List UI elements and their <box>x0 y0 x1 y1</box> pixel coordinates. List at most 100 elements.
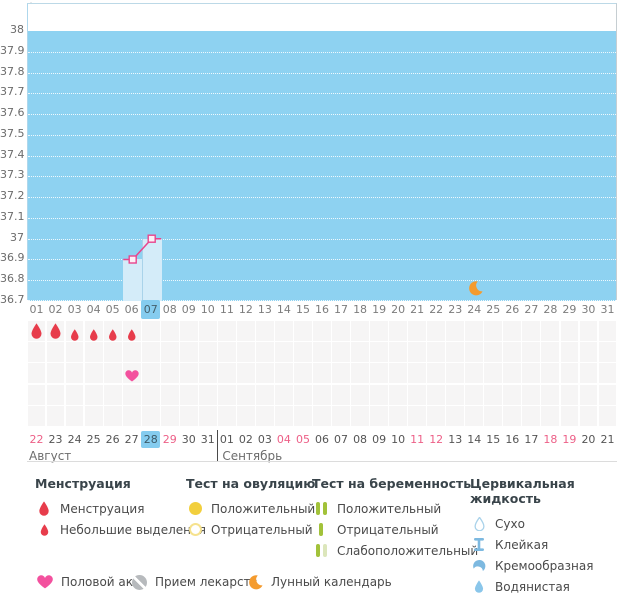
tracker-grid-cell <box>541 384 560 405</box>
cervical-creamy-icon <box>470 558 488 574</box>
chart-day-cell[interactable]: 31 <box>598 300 617 319</box>
cervical-watery-icon <box>470 579 488 595</box>
tracker-grid-cell <box>351 405 369 426</box>
chart-day-cell[interactable]: 29 <box>560 300 579 319</box>
calendar-date-cell[interactable]: 30 <box>179 431 198 448</box>
calendar-date-cell[interactable]: 13 <box>446 431 465 448</box>
chart-day-cell[interactable]: 16 <box>312 300 331 319</box>
chart-day-cell[interactable]: 28 <box>541 300 560 319</box>
calendar-date-cell[interactable]: 10 <box>389 431 408 448</box>
calendar-date-cell[interactable]: 21 <box>598 431 617 448</box>
tracker-grid-cell <box>236 384 255 405</box>
calendar-date-cell[interactable]: 22 <box>27 431 46 448</box>
calendar-date-cell[interactable]: 16 <box>503 431 522 448</box>
calendar-date-cell[interactable]: 03 <box>255 431 274 448</box>
chart-day-cell[interactable]: 02 <box>46 300 65 319</box>
tracker-grid-cell <box>217 342 236 363</box>
calendar-date-cell[interactable]: 01 <box>217 431 236 448</box>
calendar-date-cell[interactable]: 09 <box>370 431 389 448</box>
calendar-date-cell[interactable]: 05 <box>293 431 312 448</box>
chart-day-cell[interactable]: 27 <box>522 300 541 319</box>
tracker-grid-cell <box>560 321 579 341</box>
tracker-grid-cell <box>313 363 331 384</box>
tracker-grid-cell <box>198 321 217 341</box>
tracker-grid-cell <box>408 384 427 405</box>
tracker-grid-cell <box>198 405 217 426</box>
calendar-date-cell[interactable]: 07 <box>332 431 351 448</box>
calendar-date-cell[interactable]: 23 <box>46 431 65 448</box>
y-axis-tick-label: 37.6 <box>0 106 25 120</box>
chart-day-cell[interactable]: 24 <box>465 300 484 319</box>
tracker-grid-cell <box>427 342 446 363</box>
chart-day-cell[interactable]: 06 <box>122 300 141 319</box>
calendar-date-cell[interactable]: 14 <box>465 431 484 448</box>
spotting-drop-icon <box>35 522 53 538</box>
calendar-date-cell[interactable]: 11 <box>408 431 427 448</box>
calendar-date-cell[interactable]: 24 <box>65 431 84 448</box>
chart-day-cell[interactable]: 10 <box>198 300 217 319</box>
chart-day-cell[interactable]: 08 <box>160 300 179 319</box>
calendar-date-cell[interactable]: 26 <box>103 431 122 448</box>
chart-day-cell[interactable]: 14 <box>274 300 293 319</box>
tracker-grid-cell <box>408 342 427 363</box>
chart-day-cell[interactable]: 07 <box>141 300 161 319</box>
chart-day-cell[interactable]: 19 <box>370 300 389 319</box>
tracker-grid-cell <box>389 321 408 341</box>
calendar-date-cell[interactable]: 15 <box>484 431 503 448</box>
calendar-date-cell[interactable]: 04 <box>274 431 293 448</box>
chart-day-cell[interactable]: 13 <box>255 300 274 319</box>
chart-day-cell[interactable]: 11 <box>217 300 236 319</box>
tracker-grid-cell <box>370 342 388 363</box>
tracker-grid-cell <box>598 342 617 363</box>
calendar-date-cell[interactable]: 08 <box>351 431 370 448</box>
chart-plot-area <box>27 3 617 301</box>
tracker-grid-cell <box>503 363 522 384</box>
tracker-grid-cell <box>579 384 598 405</box>
chart-day-cell[interactable]: 23 <box>446 300 465 319</box>
calendar-date-cell[interactable]: 27 <box>122 431 141 448</box>
calendar-date-cell[interactable]: 29 <box>160 431 179 448</box>
chart-day-cell[interactable]: 01 <box>27 300 46 319</box>
gridline <box>28 259 616 261</box>
chart-day-cell[interactable]: 26 <box>503 300 522 319</box>
menstruation-drop-icon <box>127 326 137 345</box>
calendar-date-cell[interactable]: 20 <box>579 431 598 448</box>
gridline <box>28 217 616 219</box>
tracker-grid-cell <box>598 363 617 384</box>
chart-day-cell[interactable]: 17 <box>332 300 351 319</box>
calendar-date-cell[interactable]: 28 <box>141 431 161 448</box>
pregnancy-positive-icon <box>312 501 330 517</box>
calendar-date-cell[interactable]: 31 <box>198 431 217 448</box>
chart-day-cell[interactable]: 12 <box>236 300 255 319</box>
lunar-calendar-icon <box>246 574 264 590</box>
calendar-date-cell[interactable]: 12 <box>427 431 446 448</box>
chart-day-cell[interactable]: 21 <box>408 300 427 319</box>
tracker-grid-cell <box>484 321 503 341</box>
gridline <box>28 93 616 95</box>
tracker-grid-cell <box>141 384 160 405</box>
chart-day-cell[interactable]: 30 <box>579 300 598 319</box>
chart-blue-band <box>28 31 616 301</box>
calendar-date-cell[interactable]: 18 <box>541 431 560 448</box>
menstruation-drop-icon <box>89 326 99 345</box>
chart-day-cell[interactable]: 15 <box>293 300 312 319</box>
chart-day-cell[interactable]: 04 <box>84 300 103 319</box>
calendar-date-cell[interactable]: 06 <box>312 431 331 448</box>
calendar-date-cell[interactable]: 25 <box>84 431 103 448</box>
chart-day-cell[interactable]: 22 <box>427 300 446 319</box>
chart-day-cell[interactable]: 25 <box>484 300 503 319</box>
legend-item-label: Небольшие выделения <box>60 522 207 537</box>
calendar-date-cell[interactable]: 02 <box>236 431 255 448</box>
tracker-grid-cell <box>27 384 46 405</box>
chart-day-cell[interactable]: 20 <box>389 300 408 319</box>
chart-day-cell[interactable]: 05 <box>103 300 122 319</box>
calendar-date-cell[interactable]: 17 <box>522 431 541 448</box>
chart-day-cell[interactable]: 09 <box>179 300 198 319</box>
chart-day-cell[interactable]: 03 <box>65 300 84 319</box>
calendar-date-cell[interactable]: 19 <box>560 431 579 448</box>
pregnancy-weak-positive-icon <box>312 543 330 559</box>
temperature-day-bar <box>142 238 163 301</box>
chart-day-cell[interactable]: 18 <box>351 300 370 319</box>
tracker-grid-cell <box>598 321 617 341</box>
legend-header: Тест на беременность <box>312 476 472 491</box>
